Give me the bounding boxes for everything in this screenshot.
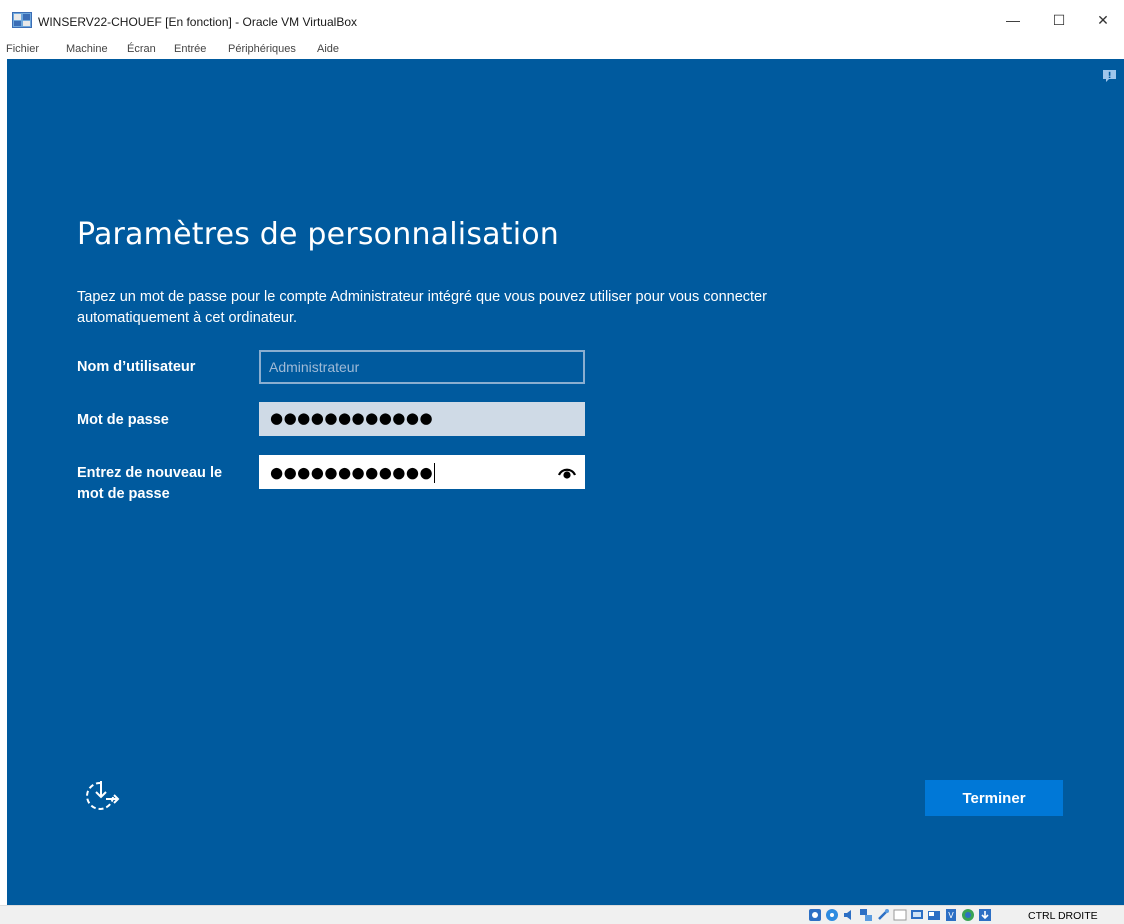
cpu-icon[interactable]: V (944, 908, 958, 922)
guest-additions-icon[interactable] (961, 908, 975, 922)
svg-text:V: V (948, 911, 954, 920)
username-label: Nom d’utilisateur (77, 359, 196, 375)
password-field[interactable]: ●●●●●●●●●●●● (259, 402, 585, 436)
confirm-password-label: Entrez de nouveau le mot de passe (77, 465, 223, 502)
vm-display[interactable]: Paramètres de personnalisation Tapez un … (7, 59, 1124, 905)
confirm-password-field[interactable]: ●●●●●●●●●●●● (259, 455, 585, 489)
menu-entree[interactable]: Entrée (174, 43, 206, 55)
window-titlebar: WINSERV22-CHOUEF [En fonction] - Oracle … (0, 0, 1124, 40)
close-button[interactable]: ✕ (1080, 0, 1124, 40)
window-border (0, 59, 7, 905)
page-description: Tapez un mot de passe pour le compte Adm… (77, 289, 767, 326)
display-icon[interactable] (910, 908, 924, 922)
audio-icon[interactable] (842, 908, 856, 922)
confirm-password-mask: ●●●●●●●●●●●● (270, 463, 436, 483)
text-caret (434, 463, 436, 483)
window-title: WINSERV22-CHOUEF [En fonction] - Oracle … (38, 15, 357, 29)
password-mask: ●●●●●●●●●●●● (270, 409, 434, 427)
keyboard-capture-icon[interactable] (978, 908, 992, 922)
minimize-button[interactable]: — (990, 0, 1036, 40)
reveal-password-icon[interactable] (557, 464, 577, 482)
host-key-label: CTRL DROITE (1028, 910, 1098, 922)
virtualbox-vm-icon (12, 12, 32, 28)
menu-peripheriques[interactable]: Périphériques (228, 43, 296, 55)
menu-aide[interactable]: Aide (317, 43, 339, 55)
statusbar: V CTRL DROITE (0, 905, 1124, 924)
maximize-button[interactable]: ☐ (1036, 0, 1082, 40)
feedback-icon[interactable] (1103, 70, 1116, 83)
accessibility-icon[interactable] (80, 775, 122, 817)
video-capture-icon[interactable] (927, 908, 941, 922)
finish-button[interactable]: Terminer (925, 780, 1063, 816)
harddisk-icon[interactable] (808, 908, 822, 922)
menu-ecran[interactable]: Écran (127, 43, 156, 55)
password-label: Mot de passe (77, 412, 169, 428)
optical-drive-icon[interactable] (825, 908, 839, 922)
username-input (261, 352, 583, 382)
username-field (259, 350, 585, 384)
usb-icon[interactable] (876, 908, 890, 922)
menu-machine[interactable]: Machine (66, 43, 108, 55)
page-title: Paramètres de personnalisation (77, 217, 560, 252)
menu-fichier[interactable]: Fichier (6, 43, 39, 55)
network-icon[interactable] (859, 908, 873, 922)
shared-folder-icon[interactable] (893, 908, 907, 922)
menubar: Fichier Machine Écran Entrée Périphériqu… (0, 40, 1124, 59)
